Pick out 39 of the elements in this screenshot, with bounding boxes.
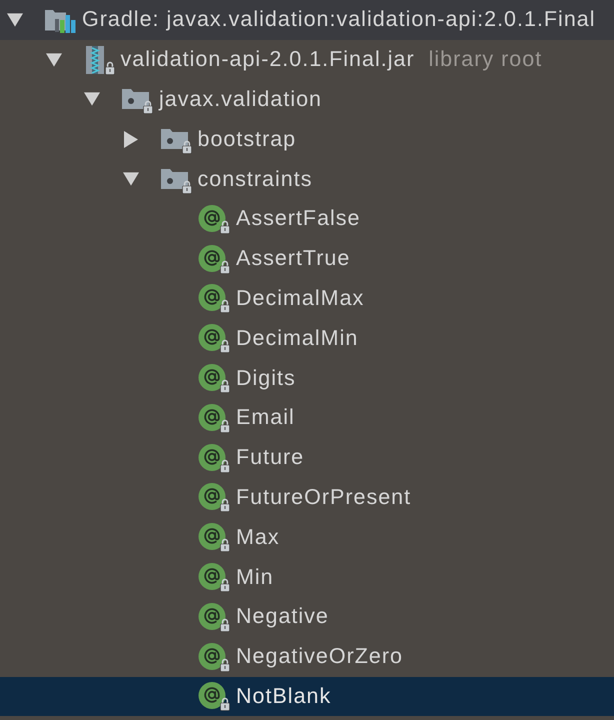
tree-item-label: Digits <box>236 366 296 391</box>
annotation-icon <box>198 681 230 712</box>
caret-down-icon[interactable] <box>46 52 62 67</box>
tree-item-label: bootstrap <box>198 126 296 152</box>
tree-item-label: Future <box>236 445 304 470</box>
caret-down-icon[interactable] <box>84 92 100 106</box>
annotation-icon <box>198 283 230 314</box>
annotation-icon <box>198 244 230 274</box>
tree-item-label: Min <box>236 564 274 590</box>
tree-item-label: javax.validation <box>159 86 322 112</box>
tree-item-label: NegativeOrZero <box>236 644 403 670</box>
caret-down-icon[interactable] <box>122 172 138 186</box>
annotation-icon <box>198 562 230 592</box>
tree-item-label: constraints <box>198 166 312 192</box>
annotation-icon <box>198 204 230 234</box>
annotation-icon <box>198 522 230 552</box>
annotation-icon <box>198 363 230 394</box>
tree-item-label: Max <box>236 524 280 550</box>
tree-item-label: Email <box>236 405 295 430</box>
tree-item-label: NotBlank <box>236 684 332 709</box>
caret-down-icon[interactable] <box>7 12 23 27</box>
annotation-icon <box>198 482 230 512</box>
tree-item-label: Gradle: javax.validation:validation-api:2.0.1.Final <box>82 7 596 32</box>
annotation-icon <box>198 402 230 433</box>
tree-item-label: FutureOrPresent <box>236 484 412 510</box>
annotation-icon <box>198 642 230 672</box>
annotation-icon <box>198 602 230 632</box>
selected-tree-row[interactable]: NotBlank <box>0 676 614 716</box>
tree-item-label: validation-api-2.0.1.Final.jar <box>120 47 415 72</box>
annotation-icon <box>198 323 230 354</box>
tree-item-label: DecimalMax <box>236 286 364 311</box>
caret-right-icon[interactable] <box>124 130 138 148</box>
tree-item-label: DecimalMin <box>236 326 358 351</box>
tree-item-label: AssertTrue <box>236 246 350 272</box>
library-root-note: library root <box>428 47 542 72</box>
annotation-icon <box>198 442 230 473</box>
tree-item-label: Negative <box>236 604 329 630</box>
tree-item-label: AssertFalse <box>236 206 361 232</box>
hovered-tree-row[interactable]: Gradle: javax.validation:validation-api:2.0.1.Final <box>0 0 614 40</box>
